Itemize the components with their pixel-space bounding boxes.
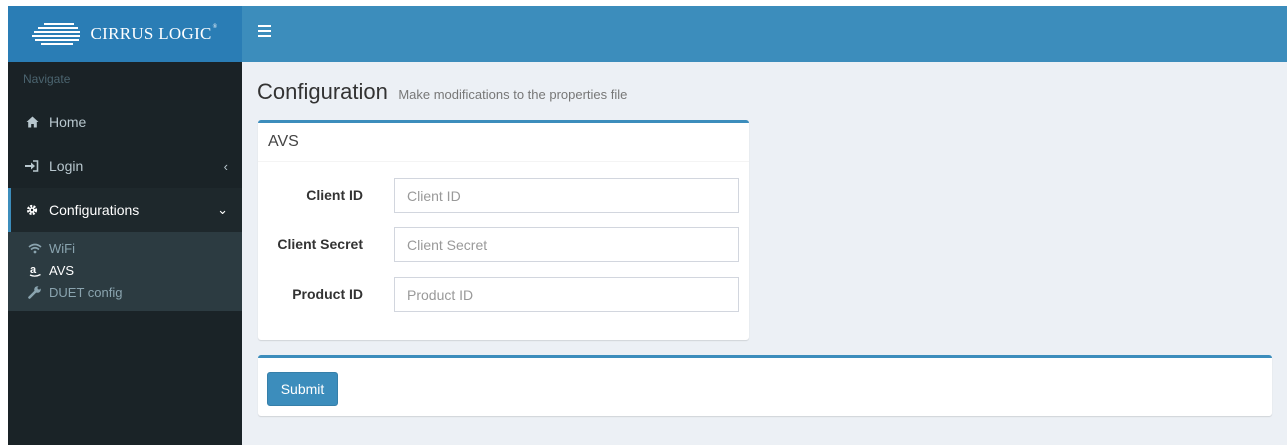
- form-row-client-secret: Client Secret: [258, 227, 749, 262]
- sidebar-subitem-wifi[interactable]: WiFi: [8, 237, 242, 259]
- page-header: Configuration Make modifications to the …: [257, 79, 627, 105]
- sidebar-item-login[interactable]: Login ‹: [8, 144, 242, 188]
- wrench-icon: [28, 285, 42, 299]
- wifi-icon: [28, 243, 42, 254]
- submit-panel: Submit: [258, 355, 1272, 416]
- amazon-icon: a: [28, 264, 42, 277]
- sidebar-item-label: Configurations: [49, 202, 140, 218]
- submit-button[interactable]: Submit: [267, 372, 338, 406]
- panel-title: AVS: [258, 123, 749, 162]
- product-id-input[interactable]: [394, 277, 739, 312]
- hamburger-icon[interactable]: [258, 25, 271, 41]
- home-icon: [25, 116, 39, 128]
- sidebar: Navigate Home Login ‹ Configurations ⌄ W…: [8, 62, 242, 445]
- gear-icon: [25, 204, 39, 216]
- sidebar-item-configurations[interactable]: Configurations ⌄: [8, 188, 242, 232]
- sidebar-subitem-avs[interactable]: a AVS: [8, 259, 242, 281]
- sidebar-subitem-duet-config[interactable]: DUET config: [8, 281, 242, 303]
- logo[interactable]: CIRRUS LOGIC®: [8, 6, 242, 62]
- brand-name: CIRRUS LOGIC: [90, 24, 212, 43]
- sidebar-subitem-label: DUET config: [49, 284, 123, 300]
- sidebar-item-label: Home: [49, 114, 87, 130]
- field-label: Product ID: [292, 286, 363, 302]
- app-window: CIRRUS LOGIC® Navigate Home Login ‹ Conf…: [8, 6, 1287, 445]
- client-secret-input[interactable]: [394, 227, 739, 262]
- field-label: Client ID: [306, 187, 363, 203]
- page-title: Configuration: [257, 79, 388, 104]
- sign-in-icon: [25, 160, 39, 172]
- avs-panel: AVS Client ID Client Secret Product ID: [258, 120, 749, 340]
- sidebar-item-label: Login: [49, 158, 84, 174]
- chevron-left-icon: ‹: [223, 158, 228, 174]
- chevron-down-icon: ⌄: [217, 202, 228, 217]
- sidebar-subitem-label: WiFi: [49, 240, 75, 256]
- form-row-product-id: Product ID: [258, 277, 749, 312]
- sidebar-submenu: WiFi a AVS DUET config: [8, 232, 242, 311]
- sidebar-header: Navigate: [8, 62, 242, 100]
- cirrus-logo-icon: [32, 23, 81, 45]
- form-row-client-id: Client ID: [258, 178, 749, 213]
- client-id-input[interactable]: [394, 178, 739, 213]
- sidebar-subitem-label: AVS: [49, 262, 75, 278]
- top-navbar: [242, 6, 1287, 62]
- page-subtitle: Make modifications to the properties fil…: [398, 87, 628, 102]
- sidebar-item-home[interactable]: Home: [8, 100, 242, 144]
- svg-text:a: a: [30, 264, 37, 276]
- field-label: Client Secret: [277, 236, 363, 252]
- brand-mark: ®: [212, 24, 218, 30]
